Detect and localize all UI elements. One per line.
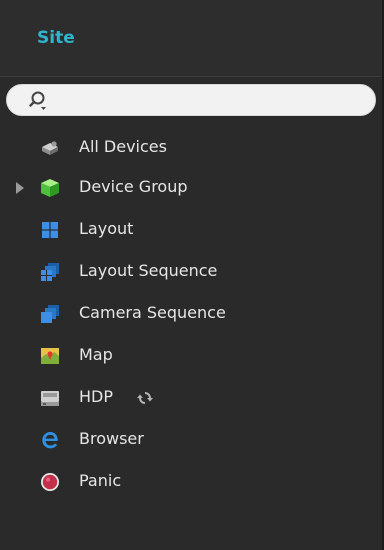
map-icon [41,348,59,364]
layout-sequence-icon [41,263,59,281]
tree-item-label: Map [79,345,113,364]
panel-title: Site [37,28,75,48]
browser-e-icon [42,432,58,449]
camera-sequence-icon [41,305,59,323]
tree-item-label: All Devices [79,137,167,156]
search-box[interactable] [6,84,376,116]
expand-arrow-icon[interactable] [16,182,24,194]
tree-item-map[interactable]: Map [0,336,382,374]
device-group-cube-icon [41,179,59,197]
tree-item-all-devices[interactable]: All Devices [0,128,382,166]
tree-item-device-group[interactable]: Device Group [0,168,382,206]
tree-item-label: Device Group [79,177,188,196]
layout-grid-icon [42,222,58,238]
hdp-icon [41,391,59,406]
tree-item-layout-sequence[interactable]: Layout Sequence [0,252,382,290]
tree-item-label: Layout [79,219,134,238]
tree-item-label: Browser [79,429,144,448]
panel-header: Site [0,0,382,77]
tree-item-label: Panic [79,471,122,490]
sync-icon [137,392,153,404]
search-dropdown-icon[interactable] [29,90,51,112]
tree-item-camera-sequence[interactable]: Camera Sequence [0,294,382,332]
tree-item-browser[interactable]: Browser [0,420,382,458]
site-panel: Site All Devices Device Group Layout Lay… [0,0,384,550]
panic-icon [41,473,59,491]
tree-item-layout[interactable]: Layout [0,210,382,248]
tree-item-label: Layout Sequence [79,261,218,280]
search-input[interactable] [57,89,361,113]
tree-item-label: Camera Sequence [79,303,226,322]
tree-item-panic[interactable]: Panic [0,462,382,500]
tree-item-label: HDP [79,387,113,406]
all-devices-icon [42,141,58,155]
tree-item-hdp[interactable]: HDP [0,378,382,416]
